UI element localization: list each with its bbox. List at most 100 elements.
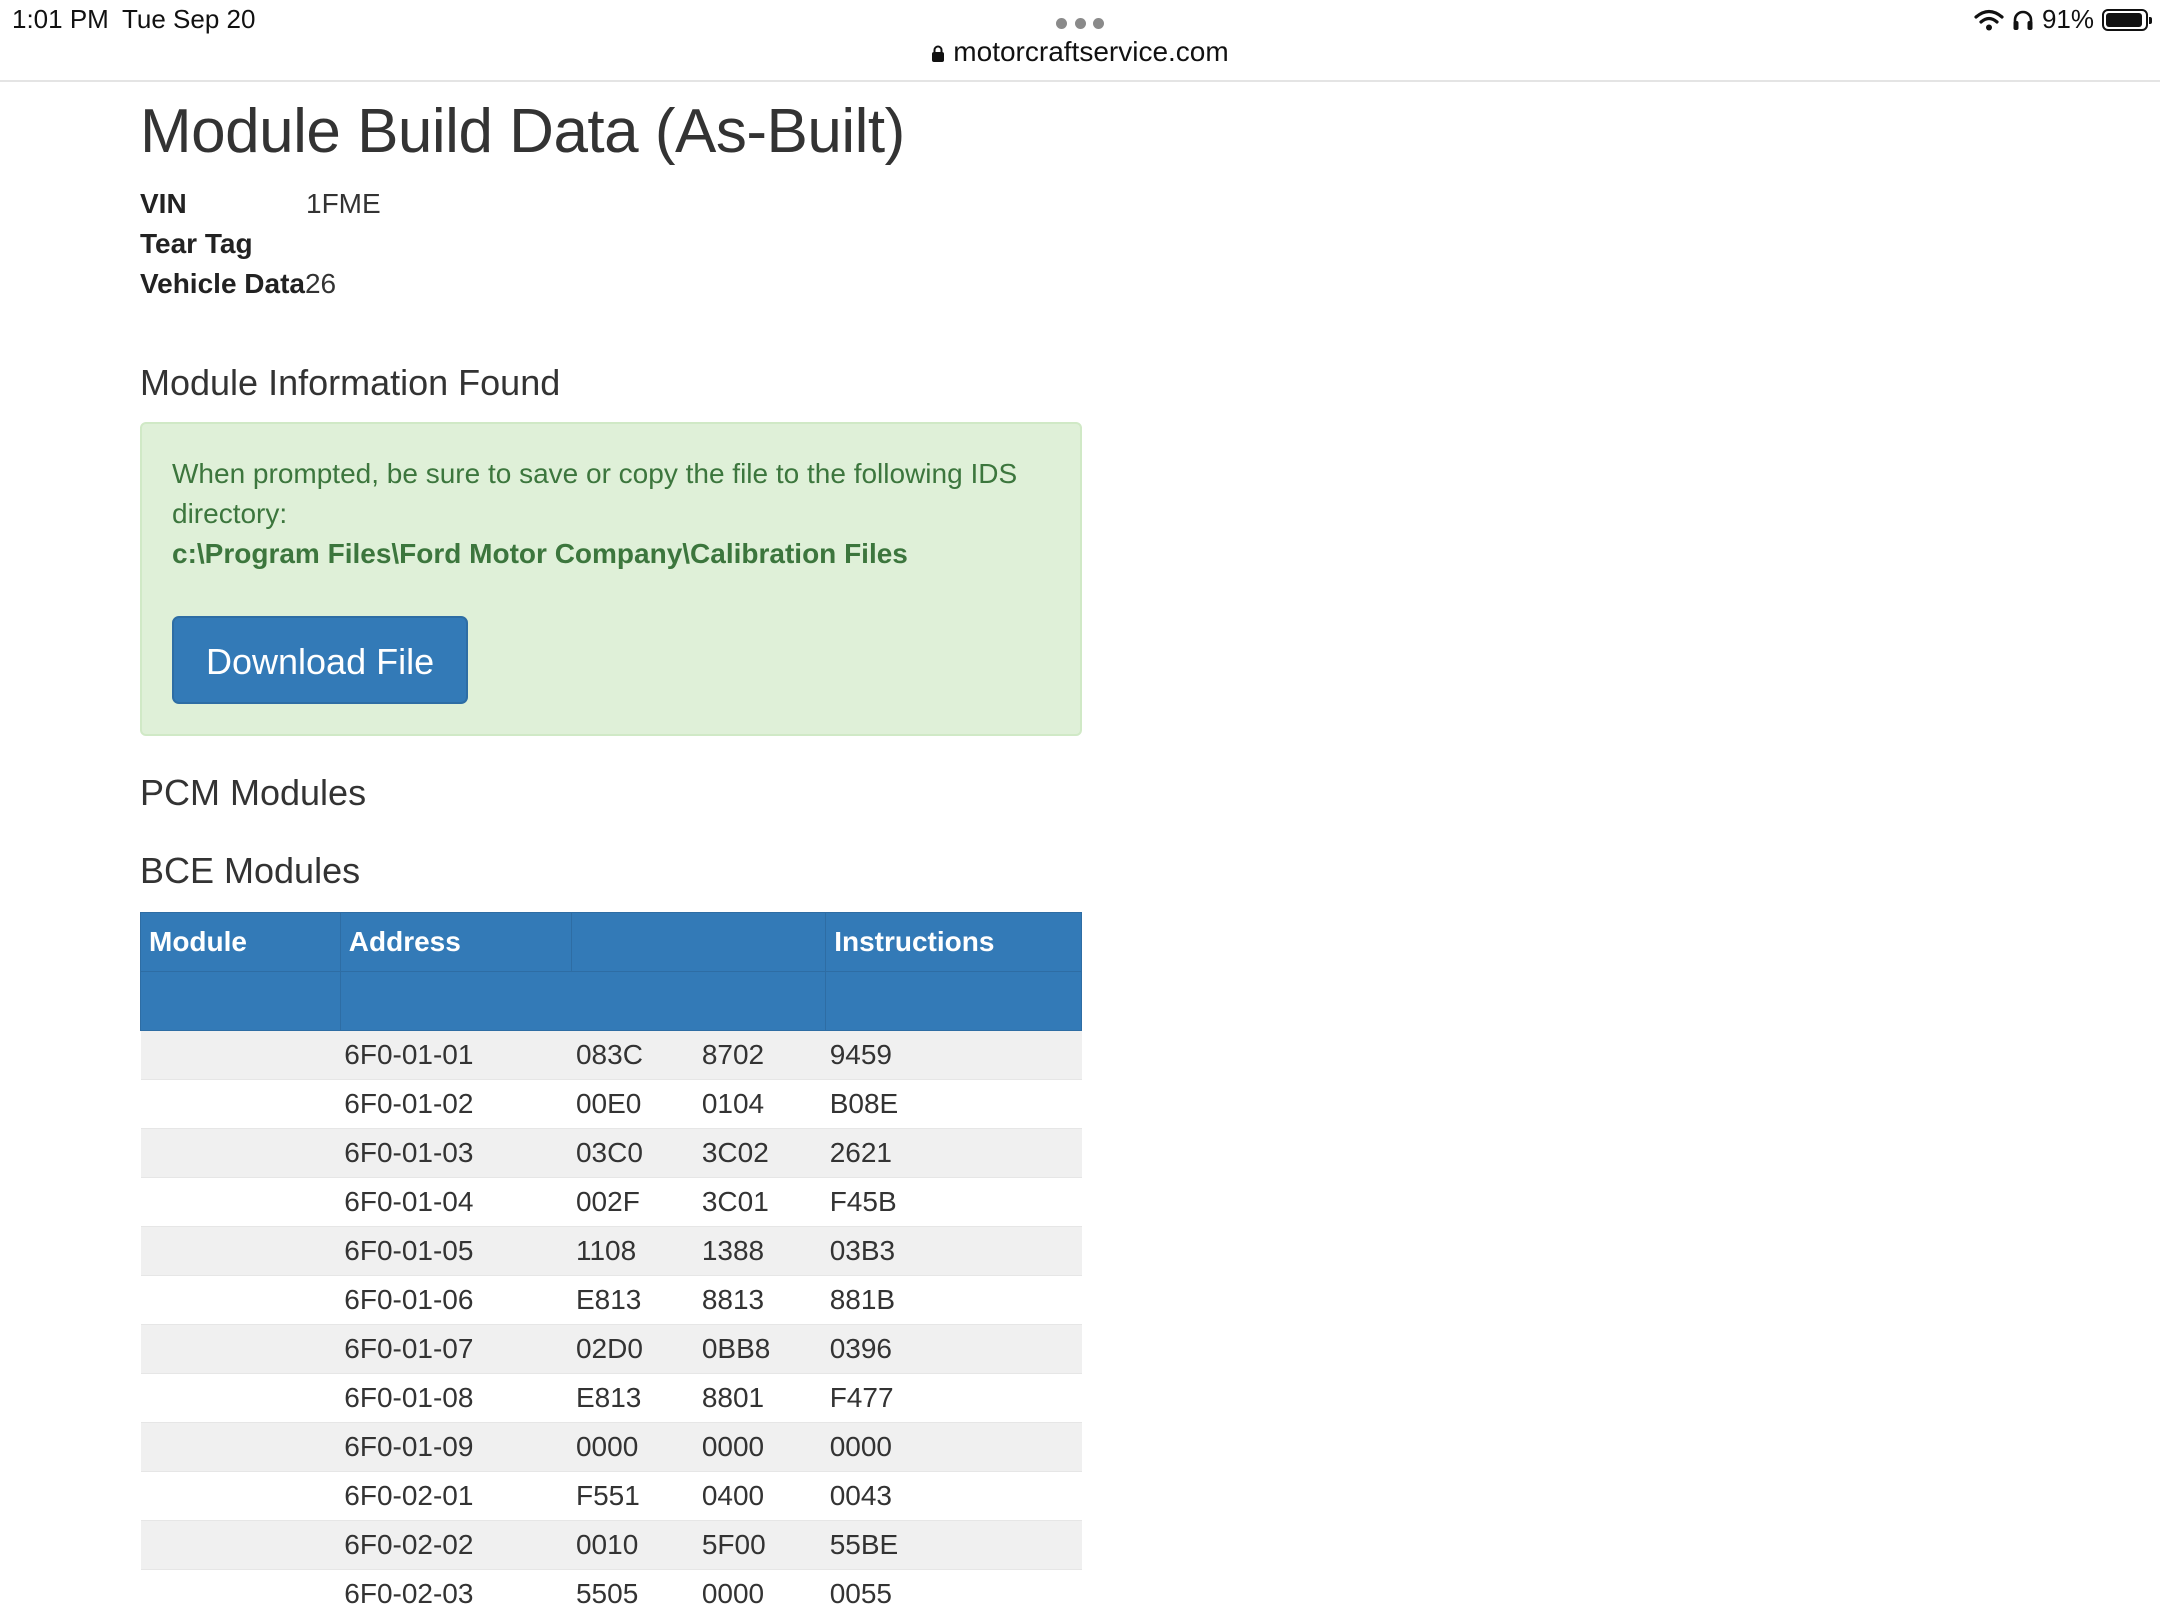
module-cell <box>140 1275 341 1325</box>
value-cell: 1108 <box>571 1226 698 1276</box>
vehicle-data-label: Vehicle Data <box>140 268 305 299</box>
column-header-address: Address <box>339 912 573 972</box>
module-cell <box>140 1030 341 1080</box>
column-header-module: Module <box>140 912 341 972</box>
address-cell: 6F0-01-09 <box>340 1422 572 1472</box>
value-cell: 8801 <box>697 1373 826 1423</box>
lock-icon <box>932 45 945 62</box>
value-cell: 0000 <box>697 1569 826 1618</box>
bce-modules-table: Module Address Instructions 6F0-01-01 083… <box>140 912 1082 1618</box>
address-cell: 6F0-01-05 <box>340 1226 572 1276</box>
column-header-instructions: Instructions <box>825 912 1082 972</box>
status-date: Tue Sep 20 <box>122 4 256 34</box>
header-blank <box>339 971 827 1031</box>
bce-modules-heading: BCE Modules <box>140 850 361 891</box>
module-cell <box>140 1324 341 1374</box>
multitasking-dots-icon[interactable] <box>1056 18 1104 30</box>
module-cell <box>140 1373 341 1423</box>
address-bar[interactable]: motorcraftservice.com <box>0 36 2160 68</box>
bce-table-body: 6F0-01-01 083C 8702 9459 6F0-01-02 00E0 0104 B0… <box>140 1030 1082 1618</box>
value-cell: E813 <box>571 1373 698 1423</box>
battery-percent: 91% <box>2041 4 2094 34</box>
module-cell <box>140 1471 341 1521</box>
alert-message: When prompted, be sure to save or copy t… <box>172 458 1018 529</box>
value-cell: F45B <box>825 1177 1082 1227</box>
address-cell: 6F0-02-02 <box>340 1520 572 1570</box>
value-cell: 5505 <box>571 1569 698 1618</box>
address-cell: 6F0-01-06 <box>340 1275 572 1325</box>
value-cell: 55BE <box>825 1520 1082 1570</box>
value-cell: 2621 <box>825 1128 1082 1178</box>
vehicle-meta: VIN 1FME Tear Tag Vehicle Data 26 <box>140 184 381 304</box>
value-cell: 0000 <box>697 1422 826 1472</box>
module-cell <box>140 1520 341 1570</box>
header-blank <box>140 971 341 1031</box>
value-cell: 00E0 <box>571 1079 698 1129</box>
value-cell: 0000 <box>571 1422 698 1472</box>
tear-tag-row: Tear Tag <box>140 224 381 264</box>
value-cell: B08E <box>825 1079 1082 1129</box>
value-cell: 0104 <box>697 1079 826 1129</box>
vehicle-data-value: 26 <box>304 268 337 299</box>
value-cell: 8813 <box>697 1275 826 1325</box>
status-time: 1:01 PM <box>12 4 109 34</box>
value-cell: 3C02 <box>697 1128 826 1178</box>
address-cell: 6F0-01-08 <box>340 1373 572 1423</box>
value-cell: 002F <box>571 1177 698 1227</box>
value-cell: 8702 <box>697 1030 826 1080</box>
vin-row: VIN 1FME <box>140 184 381 224</box>
pcm-modules-heading: PCM Modules <box>140 772 367 813</box>
wifi-icon <box>1974 9 2004 30</box>
address-cell: 6F0-01-07 <box>340 1324 572 1374</box>
value-cell: 03B3 <box>825 1226 1082 1276</box>
value-cell: F477 <box>825 1373 1082 1423</box>
download-alert: When prompted, be sure to save or copy t… <box>140 422 1082 736</box>
vin-value: 1FME <box>306 188 381 219</box>
value-cell: 0055 <box>825 1569 1082 1618</box>
value-cell: 0400 <box>697 1471 826 1521</box>
value-cell: 0043 <box>825 1471 1082 1521</box>
module-cell <box>140 1226 341 1276</box>
address-cell: 6F0-01-02 <box>340 1079 572 1129</box>
download-file-button[interactable]: Download File <box>172 616 469 704</box>
table-row: 6F0-01-06 E813 8813 881B <box>140 1275 1082 1325</box>
battery-icon <box>2102 8 2152 31</box>
module-cell <box>140 1569 341 1618</box>
module-cell <box>140 1422 341 1472</box>
address-cell: 6F0-01-01 <box>340 1030 572 1080</box>
vehicle-data-row: Vehicle Data 26 <box>140 264 381 304</box>
module-cell <box>140 1128 341 1178</box>
table-row: 6F0-01-08 E813 8801 F477 <box>140 1373 1082 1423</box>
status-bar: 1:01 PM Tue Sep 20 motorcraftservice.com… <box>0 0 2160 82</box>
value-cell: 03C0 <box>571 1128 698 1178</box>
table-row: 6F0-01-05 1108 1388 03B3 <box>140 1226 1082 1276</box>
module-cell <box>140 1177 341 1227</box>
value-cell: 5F00 <box>697 1520 826 1570</box>
table-row: 6F0-01-07 02D0 0BB8 0396 <box>140 1324 1082 1374</box>
value-cell: 881B <box>825 1275 1082 1325</box>
address-cell: 6F0-02-01 <box>340 1471 572 1521</box>
tear-tag-label: Tear Tag <box>140 228 253 259</box>
value-cell: 0BB8 <box>697 1324 826 1374</box>
value-cell: 3C01 <box>697 1177 826 1227</box>
table-row: 6F0-02-02 0010 5F00 55BE <box>140 1520 1082 1570</box>
column-header-values <box>571 912 827 972</box>
value-cell: 9459 <box>825 1030 1082 1080</box>
module-info-heading: Module Information Found <box>140 362 561 403</box>
value-cell: E813 <box>571 1275 698 1325</box>
value-cell: 0010 <box>571 1520 698 1570</box>
table-row: 6F0-01-02 00E0 0104 B08E <box>140 1079 1082 1129</box>
url-text: motorcraftservice.com <box>953 36 1229 67</box>
status-right: 91% <box>1974 4 2152 35</box>
value-cell: 02D0 <box>571 1324 698 1374</box>
vin-label: VIN <box>140 188 187 219</box>
value-cell: 1388 <box>697 1226 826 1276</box>
address-cell: 6F0-01-03 <box>340 1128 572 1178</box>
page-title: Module Build Data (As-Built) <box>140 97 905 166</box>
table-row: 6F0-02-01 F551 0400 0043 <box>140 1471 1082 1521</box>
table-row: 6F0-01-09 0000 0000 0000 <box>140 1422 1082 1472</box>
value-cell: 0000 <box>825 1422 1082 1472</box>
ids-directory-path: c:\Program Files\Ford Motor Company\Cali… <box>172 538 908 569</box>
value-cell: 0396 <box>825 1324 1082 1374</box>
header-blank <box>825 971 1082 1031</box>
